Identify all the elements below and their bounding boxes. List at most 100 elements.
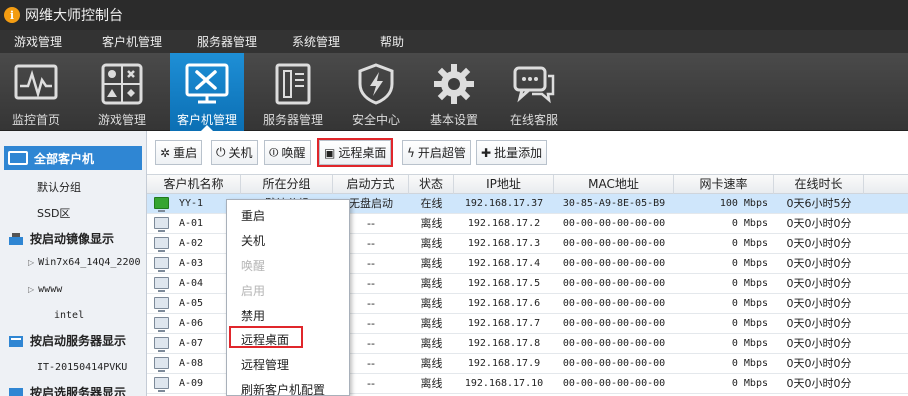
cell-speed: 0 Mbps [731,218,768,229]
cell-speed: 0 Mbps [731,278,768,289]
menu-server[interactable]: 服务器管理 [197,33,257,50]
main-toolbar: 监控首页 游戏管理 客户机管理 服务器管理 安全中心 基本设置 在线客服 [0,53,908,131]
sidebar-boot-server-header[interactable]: 按启动服务器显示 [8,332,126,349]
client-tree-sidebar: 全部客户机 默认分组 SSD区 按启动镜像显示 ▷ Win7x64_14Q4_22… [0,131,147,396]
monitor-icon [8,151,28,165]
sidebar-server-item[interactable]: IT-20150414PVKU [37,362,127,373]
col-group[interactable]: 所在分组 [241,175,333,194]
expand-arrow-icon: ▷ [28,258,35,267]
cell-status: 离线 [420,297,443,310]
computer-icon [154,277,169,292]
cell-mac: 00-00-00-00-00-00 [562,318,666,329]
super-admin-button[interactable]: ϟ 开启超管 [402,140,471,165]
cell-uptime: 0天0小时0分 [786,377,852,390]
ctx-enable: 启用 [241,284,266,298]
menu-game[interactable]: 游戏管理 [14,33,62,50]
cell-mac: 00-00-00-00-00-00 [562,218,666,229]
cell-uptime: 0天0小时0分 [786,237,852,250]
sidebar-all-clients-label: 全部客户机 [34,151,95,166]
computer-icon [154,237,169,252]
toolbar-settings[interactable]: 基本设置 [424,53,484,131]
cell-uptime: 0天0小时0分 [786,217,852,230]
sidebar-image-win7[interactable]: ▷ Win7x64_14Q4_2200 [28,257,141,268]
menu-client[interactable]: 客户机管理 [102,33,162,50]
cell-status: 离线 [420,257,443,270]
restart-label: 重启 [173,146,198,160]
toolbar-label: 服务器管理 [262,113,323,127]
app-logo-icon: i [4,7,20,23]
col-name[interactable]: 客户机名称 [147,175,241,194]
col-mac[interactable]: MAC地址 [554,175,674,194]
cell-status: 离线 [420,337,443,350]
toolbar-security[interactable]: 安全中心 [346,53,406,131]
sidebar-last-header[interactable]: 按启选服务器显示 [8,384,126,396]
cell-uptime: 0天0小时0分 [786,297,852,310]
cell-mac: 00-00-00-00-00-00 [562,378,666,389]
image-group-icon [9,232,23,245]
cell-status: 在线 [420,197,443,210]
sidebar-group-default[interactable]: 默认分组 [37,179,81,195]
shutdown-button[interactable]: ⏻ 关机 [211,140,258,165]
toolbar-label: 在线客服 [509,113,558,127]
sidebar-image-intel[interactable]: intel [54,310,84,321]
computer-icon [154,337,169,352]
toolbar-support[interactable]: 在线客服 [504,53,564,131]
restart-icon: ✲ [160,145,171,160]
ctx-disable[interactable]: 禁用 [241,307,265,324]
col-ip[interactable]: IP地址 [454,175,554,194]
cell-speed: 0 Mbps [731,318,768,329]
wake-icon: ⏼ [269,145,279,159]
computer-icon [154,297,169,312]
col-status[interactable]: 状态 [409,175,454,194]
gear-icon [431,61,477,107]
restart-button[interactable]: ✲ 重启 [155,140,203,165]
remote-desktop-icon: ▣ [324,145,336,160]
ctx-restart[interactable]: 重启 [241,207,265,224]
toolbar-client[interactable]: 客户机管理 [170,53,244,131]
cell-status: 离线 [420,217,443,230]
cell-mac: 00-00-00-00-00-00 [562,238,666,249]
menu-system[interactable]: 系统管理 [292,33,340,50]
col-uptime[interactable]: 在线时长 [774,175,864,194]
col-speed[interactable]: 网卡速率 [674,175,774,194]
cell-mac: 30-85-A9-8E-05-B9 [562,198,666,209]
computer-icon [154,197,169,212]
cell-speed: 0 Mbps [731,338,768,349]
sidebar-group-ssd[interactable]: SSD区 [37,205,70,221]
cell-uptime: 0天6小时5分 [786,197,852,210]
col-boot[interactable]: 启动方式 [333,175,409,194]
sidebar-boot-image-header[interactable]: 按启动镜像显示 [8,230,114,247]
ctx-remote-desktop[interactable]: 远程桌面 [241,331,289,348]
game-cards-icon [99,61,145,107]
ctx-refresh-config[interactable]: 刷新客户机配置 [241,381,325,396]
wake-label: 唤醒 [281,146,306,160]
cell-status: 离线 [420,237,443,250]
batch-add-button[interactable]: ✚ 批量添加 [476,140,548,165]
cell-mac: 00-00-00-00-00-00 [562,338,666,349]
toolbar-server[interactable]: 服务器管理 [258,53,328,131]
wake-button[interactable]: ⏼ 唤醒 [264,140,311,165]
expand-arrow-icon: ▷ [28,285,35,294]
client-action-bar: ✲ 重启 ⏻ 关机 ⏼ 唤醒 ▣ 远程桌面 ϟ 开启超管 ✚ 批量添加 [147,131,908,174]
sidebar-last-header-label: 按启选服务器显示 [30,386,127,396]
shutdown-label: 关机 [228,146,253,160]
bolt-icon: ϟ [407,145,415,160]
ctx-remote-manage[interactable]: 远程管理 [241,356,289,373]
sidebar-image-wwww[interactable]: ▷ wwww [28,284,62,295]
power-icon: ⏻ [216,145,226,159]
toolbar-game[interactable]: 游戏管理 [92,53,152,131]
sidebar-all-clients[interactable]: 全部客户机 [4,146,142,170]
toolbar-monitor[interactable]: 监控首页 [6,53,66,131]
menu-help[interactable]: 帮助 [380,33,404,50]
ctx-shutdown[interactable]: 关机 [241,232,265,249]
remote-desktop-button[interactable]: ▣ 远程桌面 [316,138,394,167]
cell-mac: 00-00-00-00-00-00 [562,358,666,369]
cell-speed: 0 Mbps [731,378,768,389]
cell-ip: 192.168.17.7 [467,318,541,329]
cell-speed: 0 Mbps [731,358,768,369]
monitor-chart-icon [13,61,59,107]
server-icon [270,61,316,107]
list-group-icon [9,387,23,396]
cell-speed: 0 Mbps [731,298,768,309]
cell-uptime: 0天0小时0分 [786,317,852,330]
